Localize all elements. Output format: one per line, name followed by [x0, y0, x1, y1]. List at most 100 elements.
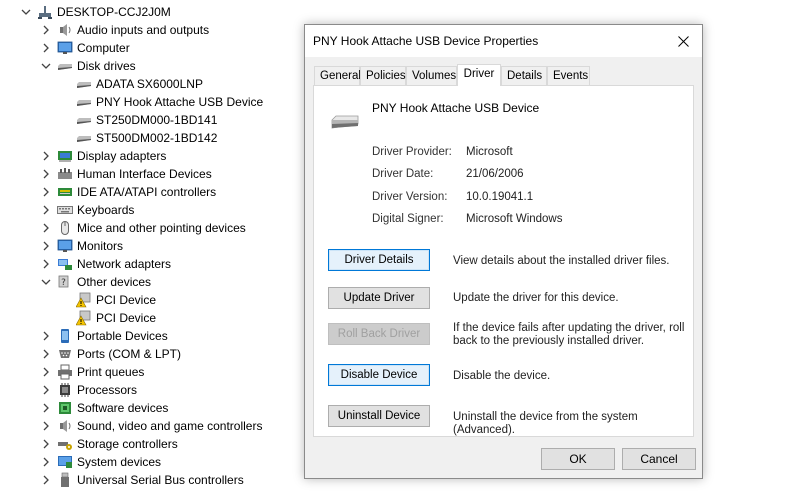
tab-volumes[interactable]: Volumes — [406, 66, 457, 85]
tree-category-mice-and-other-pointing-devices[interactable]: Mice and other pointing devices — [40, 219, 246, 237]
chevron-right-icon[interactable] — [40, 366, 52, 378]
tree-category-portable-devices[interactable]: Portable Devices — [40, 327, 168, 345]
software-device-icon — [57, 400, 73, 416]
tree-item-label: Display adapters — [77, 149, 167, 163]
svg-text:?: ? — [61, 278, 66, 288]
driver-provider-value: Microsoft — [466, 146, 513, 158]
tree-category-processors[interactable]: Processors — [40, 381, 137, 399]
tree-category-system-devices[interactable]: System devices — [40, 453, 161, 471]
tree-item-label: Ports (COM & LPT) — [77, 347, 182, 361]
chevron-right-icon[interactable] — [40, 204, 52, 216]
chevron-right-icon[interactable] — [40, 258, 52, 270]
chevron-right-icon[interactable] — [40, 186, 52, 198]
tree-root[interactable]: DESKTOP-CCJ2J0M — [20, 3, 171, 21]
chevron-right-icon[interactable] — [40, 24, 52, 36]
tree-category-print-queues[interactable]: Print queues — [40, 363, 144, 381]
warning-device-icon — [76, 310, 92, 326]
tree-item-label: Keyboards — [77, 203, 135, 217]
driver-version-label: Driver Version: — [372, 191, 448, 203]
device-name: PNY Hook Attache USB Device — [372, 101, 540, 115]
ide-controller-icon — [57, 184, 73, 200]
tree-child-item-pci-device[interactable]: PCI Device — [76, 309, 156, 327]
chevron-right-icon[interactable] — [40, 42, 52, 54]
tab-details[interactable]: Details — [501, 66, 547, 85]
tree-child-item-st250dm000-1bd141[interactable]: ST250DM000-1BD141 — [76, 111, 217, 129]
chevron-down-icon[interactable] — [20, 6, 32, 18]
device-tree[interactable]: DESKTOP-CCJ2J0M Audio inputs and outputs… — [0, 0, 300, 500]
speaker-icon — [57, 418, 73, 434]
roll-back-driver-description: If the device fails after updating the d… — [453, 322, 685, 347]
ok-button[interactable]: OK — [541, 448, 615, 470]
roll-back-driver-button[interactable]: Roll Back Driver — [328, 323, 430, 345]
chevron-right-icon[interactable] — [40, 348, 52, 360]
tree-category-storage-controllers[interactable]: Storage controllers — [40, 435, 178, 453]
tree-category-human-interface-devices[interactable]: Human Interface Devices — [40, 165, 212, 183]
tree-category-other-devices[interactable]: ? Other devices — [40, 273, 151, 291]
chevron-down-icon[interactable] — [40, 60, 52, 72]
digital-signer-label: Digital Signer: — [372, 213, 444, 225]
tree-child-item-pci-device[interactable]: PCI Device — [76, 291, 156, 309]
disable-device-button[interactable]: Disable Device — [328, 364, 430, 386]
driver-details-button[interactable]: Driver Details — [328, 249, 430, 271]
chevron-right-icon[interactable] — [40, 240, 52, 252]
display-adapter-icon — [57, 148, 73, 164]
unknown-device-icon: ? — [57, 274, 73, 290]
tree-category-universal-serial-bus-controllers[interactable]: Universal Serial Bus controllers — [40, 471, 244, 489]
chevron-right-icon[interactable] — [40, 330, 52, 342]
mouse-icon — [57, 220, 73, 236]
tab-general[interactable]: General — [314, 66, 361, 85]
tree-item-label: ST500DM002-1BD142 — [96, 131, 218, 145]
keyboard-icon — [57, 202, 73, 218]
disk-drive-icon — [76, 112, 92, 128]
tree-category-computer[interactable]: Computer — [40, 39, 130, 57]
tab-policies[interactable]: Policies — [360, 66, 406, 85]
tree-category-monitors[interactable]: Monitors — [40, 237, 123, 255]
monitor-icon — [57, 40, 73, 56]
chevron-right-icon[interactable] — [40, 150, 52, 162]
chevron-right-icon[interactable] — [40, 384, 52, 396]
tree-category-ports-com-and-lpt[interactable]: Ports (COM & LPT) — [40, 345, 181, 363]
cancel-button[interactable]: Cancel — [622, 448, 696, 470]
tree-category-ide-ata-atapi-controllers[interactable]: IDE ATA/ATAPI controllers — [40, 183, 216, 201]
tree-item-label: Other devices — [77, 275, 152, 289]
update-driver-description: Update the driver for this device. — [453, 292, 619, 304]
dialog-titlebar[interactable]: PNY Hook Attache USB Device Properties — [305, 25, 702, 57]
tree-category-disk-drives[interactable]: Disk drives — [40, 57, 136, 75]
close-icon — [677, 35, 689, 47]
chevron-right-icon[interactable] — [40, 402, 52, 414]
tab-driver[interactable]: Driver — [457, 64, 501, 86]
driver-tab-panel: PNY Hook Attache USB Device Driver Provi… — [313, 85, 694, 437]
chevron-right-icon[interactable] — [40, 456, 52, 468]
printer-icon — [57, 364, 73, 380]
tree-child-item-adata-sx6000lnp[interactable]: ADATA SX6000LNP — [76, 75, 203, 93]
tree-child-item-pny-hook-attache-usb-device[interactable]: PNY Hook Attache USB Device — [76, 93, 263, 111]
digital-signer-value: Microsoft Windows — [466, 213, 563, 225]
close-button[interactable] — [664, 25, 702, 57]
tree-child-item-st500dm002-1bd142[interactable]: ST500DM002-1BD142 — [76, 129, 217, 147]
tree-category-keyboards[interactable]: Keyboards — [40, 201, 134, 219]
chevron-right-icon[interactable] — [40, 222, 52, 234]
chevron-right-icon[interactable] — [40, 474, 52, 486]
tree-item-label: ADATA SX6000LNP — [96, 77, 203, 91]
tree-category-display-adapters[interactable]: Display adapters — [40, 147, 166, 165]
tree-category-sound-video-and-game-controllers[interactable]: Sound, video and game controllers — [40, 417, 262, 435]
disk-drive-icon — [76, 130, 92, 146]
tree-category-network-adapters[interactable]: Network adapters — [40, 255, 171, 273]
tab-events[interactable]: Events — [547, 66, 590, 85]
system-device-icon — [57, 454, 73, 470]
tree-item-label: Computer — [77, 41, 130, 55]
dialog-title: PNY Hook Attache USB Device Properties — [313, 34, 539, 48]
chevron-right-icon[interactable] — [40, 438, 52, 450]
driver-date-value: 21/06/2006 — [466, 168, 524, 180]
tree-item-label: Storage controllers — [77, 437, 178, 451]
chevron-right-icon[interactable] — [40, 168, 52, 180]
processor-icon — [57, 382, 73, 398]
portable-device-icon — [57, 328, 73, 344]
chevron-right-icon[interactable] — [40, 420, 52, 432]
chevron-down-icon[interactable] — [40, 276, 52, 288]
update-driver-button[interactable]: Update Driver — [328, 287, 430, 309]
uninstall-device-button[interactable]: Uninstall Device — [328, 405, 430, 427]
tree-category-software-devices[interactable]: Software devices — [40, 399, 168, 417]
tree-category-audio-inputs-and-outputs[interactable]: Audio inputs and outputs — [40, 21, 209, 39]
network-adapter-icon — [57, 256, 73, 272]
